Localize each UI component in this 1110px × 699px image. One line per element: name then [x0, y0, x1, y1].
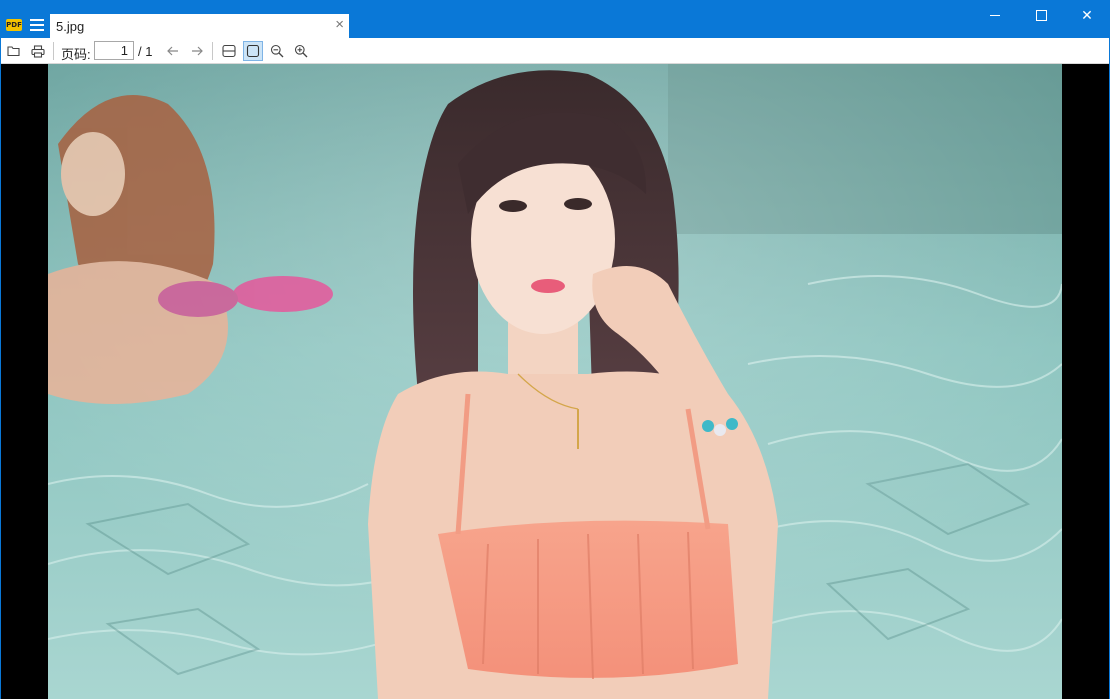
toolbar: 页码: / 1 — [0, 38, 1110, 64]
fit-width-button[interactable] — [219, 41, 239, 61]
print-icon — [31, 44, 45, 58]
next-page-button[interactable] — [187, 41, 207, 61]
toolbar-separator — [212, 42, 213, 60]
arrow-left-icon — [167, 46, 178, 56]
title-bar: PDF 5.jpg × ✕ — [0, 0, 1110, 38]
toolbar-separator — [53, 42, 54, 60]
open-file-button[interactable] — [4, 41, 24, 61]
zoom-in-button[interactable] — [291, 41, 311, 61]
hamburger-menu-icon[interactable] — [30, 19, 44, 31]
fit-page-icon — [246, 44, 260, 58]
zoom-out-icon — [270, 44, 284, 58]
app-logo-icon: PDF — [6, 19, 22, 31]
page-number-input[interactable] — [94, 41, 134, 60]
displayed-photo — [48, 64, 1062, 699]
viewer-window: PDF 5.jpg × ✕ 页码: 1 / 1 — [0, 0, 1110, 699]
close-window-button[interactable]: ✕ — [1064, 0, 1110, 30]
zoom-in-icon — [294, 44, 308, 58]
zoom-out-button[interactable] — [267, 41, 287, 61]
maximize-button[interactable] — [1018, 0, 1064, 30]
print-button[interactable] — [28, 41, 48, 61]
arrow-right-icon — [192, 46, 203, 56]
fit-page-button[interactable] — [243, 41, 263, 61]
close-icon: ✕ — [1081, 7, 1093, 23]
previous-page-button[interactable] — [163, 41, 183, 61]
fit-width-icon — [222, 44, 236, 58]
photo-illustration — [48, 64, 1062, 699]
folder-open-icon — [7, 46, 20, 57]
image-viewer-canvas[interactable] — [0, 64, 1110, 699]
tab-document[interactable]: 5.jpg × — [50, 14, 349, 38]
tab-label: 5.jpg — [56, 19, 85, 34]
minimize-button[interactable] — [972, 0, 1018, 30]
minimize-icon — [990, 15, 1000, 16]
tab-close-icon[interactable]: × — [335, 17, 344, 33]
page-label: 页码: — [61, 47, 91, 62]
maximize-icon — [1036, 10, 1047, 21]
page-total: / 1 — [138, 44, 153, 59]
window-border-left — [0, 38, 1, 699]
